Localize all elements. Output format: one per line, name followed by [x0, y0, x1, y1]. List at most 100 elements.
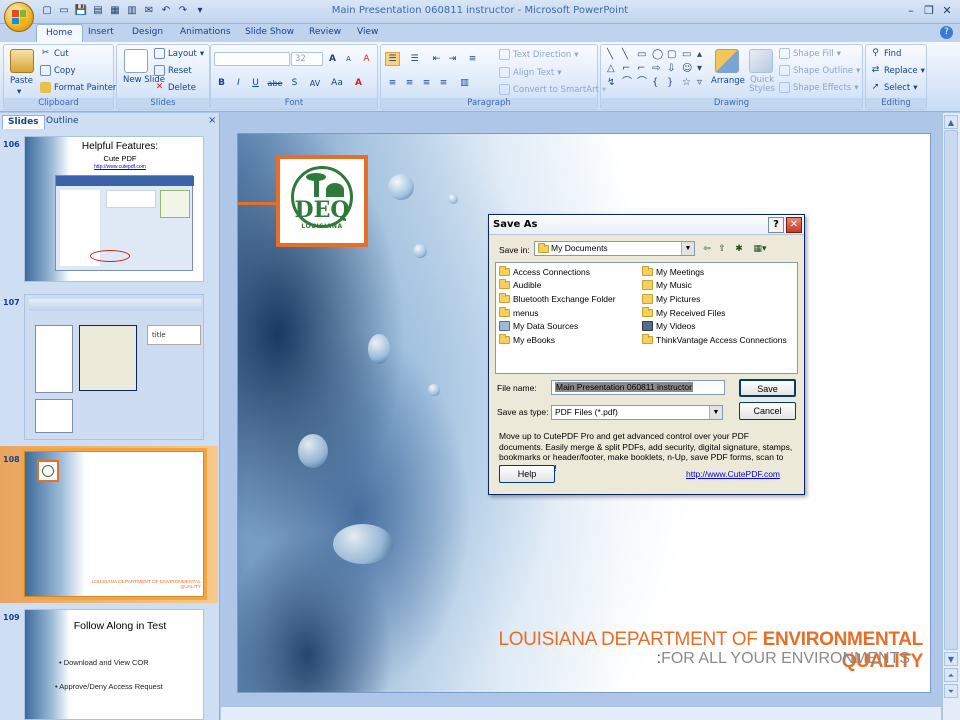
strikethrough-button[interactable]: abe [265, 76, 285, 90]
shrink-font-button[interactable]: A [341, 52, 356, 66]
list-item[interactable]: menus [499, 307, 539, 318]
triangle-shape-icon[interactable]: △ [607, 63, 619, 75]
next-slide-icon[interactable]: ⏷ [944, 684, 958, 698]
line2-shape-icon[interactable]: ╲ [622, 49, 634, 61]
convert-smartart-button[interactable]: Convert to SmartArt▾ [499, 84, 606, 95]
cancel-button[interactable]: Cancel [739, 402, 796, 420]
restore-button[interactable]: ❐ [920, 3, 938, 19]
dialog-close-button[interactable]: ✕ [786, 217, 802, 233]
paste-button[interactable]: Paste [10, 76, 33, 86]
arrange-button[interactable]: Arrange [711, 76, 745, 86]
curve-shape-icon[interactable]: ⌒ [622, 77, 634, 89]
slide-thumbnail-106[interactable]: Helpful Features: Cute PDF http://www.cu… [24, 136, 204, 282]
decrease-indent-icon[interactable]: ⇤ [429, 52, 444, 66]
dialog-help-button[interactable]: ? [768, 217, 784, 233]
help-button[interactable]: Help [499, 465, 555, 483]
file-name-input[interactable]: Main Presentation 060811 instructor [551, 380, 725, 395]
rect-shape-icon[interactable]: ▭ [637, 49, 649, 61]
justify-icon[interactable]: ≡ [436, 76, 451, 90]
numbering-icon[interactable]: ☰ [407, 52, 422, 66]
slide-thumbnail-107[interactable]: title [24, 294, 204, 440]
quick-styles-icon[interactable] [749, 49, 773, 73]
office-button[interactable] [4, 2, 34, 32]
views-menu-icon[interactable]: ▦▾ [751, 243, 769, 255]
rounded-rect-shape-icon[interactable]: ▢ [667, 49, 679, 61]
clear-formatting-button[interactable]: A [359, 52, 374, 66]
align-right-icon[interactable]: ≡ [419, 76, 434, 90]
tab-design[interactable]: Design [123, 24, 172, 42]
save-in-dropdown[interactable]: My Documents ▼ [534, 241, 695, 256]
save-as-type-dropdown[interactable]: PDF Files (*.pdf) ▼ [551, 405, 723, 420]
paste-icon[interactable] [10, 49, 34, 73]
help-icon[interactable]: ? [940, 26, 953, 39]
pane-close-icon[interactable]: × [208, 115, 216, 126]
list-item[interactable]: My Meetings [642, 266, 704, 277]
align-text-button[interactable]: Align Text ▾ [499, 67, 562, 78]
shape-outline-button[interactable]: Shape Outline ▾ [779, 65, 860, 76]
oval-shape-icon[interactable]: ◯ [652, 49, 664, 61]
cut-button[interactable]: ✂ Cut [40, 48, 69, 59]
shape-fill-button[interactable]: Shape Fill ▾ [779, 48, 841, 59]
format-painter-button[interactable]: Format Painter [40, 82, 116, 93]
quick-styles-button[interactable]: Quick Styles [745, 76, 779, 94]
minimize-button[interactable]: – [902, 3, 920, 19]
arrow-down-shape-icon[interactable]: ⇩ [667, 63, 679, 75]
scroll-down-icon[interactable]: ▼ [944, 652, 958, 666]
paste-dropdown-icon[interactable]: ▾ [17, 87, 21, 97]
bold-button[interactable]: B [214, 76, 229, 90]
previous-slide-icon[interactable]: ⏶ [944, 668, 958, 682]
tab-outline[interactable]: Outline [41, 115, 84, 129]
textbox-shape-icon[interactable]: ▭ [682, 49, 694, 61]
align-center-icon[interactable]: ≡ [402, 76, 417, 90]
close-window-button[interactable]: ✕ [938, 3, 956, 19]
scroll-up-icon[interactable]: ▲ [944, 115, 958, 129]
elbow-shape-icon[interactable]: ⌐ [637, 63, 649, 75]
align-left-icon[interactable]: ≡ [385, 76, 400, 90]
tab-insert[interactable]: Insert [79, 24, 123, 42]
find-button[interactable]: ⚲ Find [870, 48, 901, 59]
tab-animations[interactable]: Animations [171, 24, 240, 42]
font-size-combo[interactable]: 32 [291, 52, 323, 66]
scroll-thumb[interactable] [944, 130, 958, 650]
slide-thumbnail-108[interactable]: LOUISIANA DEPARTMENT OF ENVIRONMENTAL QU… [21, 448, 207, 600]
grow-font-button[interactable]: A [325, 52, 340, 66]
list-item[interactable]: Audible [499, 279, 541, 290]
new-folder-icon[interactable]: ✱ [733, 243, 745, 255]
tab-review[interactable]: Review [300, 24, 350, 42]
new-slide-icon[interactable] [124, 49, 148, 73]
tab-slides[interactable]: Slides [2, 115, 45, 129]
layout-button[interactable]: Layout ▾ [154, 48, 204, 59]
font-color-button[interactable]: A [351, 76, 366, 90]
arc-shape-icon[interactable]: ⌒ [637, 77, 649, 89]
list-item[interactable]: My Received Files [642, 307, 725, 318]
text-shadow-button[interactable]: S [287, 76, 302, 90]
brace-left-shape-icon[interactable]: { [652, 77, 664, 89]
file-list[interactable]: Access Connections Audible Bluetooth Exc… [495, 262, 798, 374]
character-spacing-button[interactable]: AV [305, 76, 325, 90]
up-folder-icon[interactable]: ⇧ [716, 243, 728, 255]
brace-right-shape-icon[interactable]: } [667, 77, 679, 89]
list-item[interactable]: Access Connections [499, 266, 590, 277]
shape-scroll-up-icon[interactable]: ▴ [697, 49, 709, 61]
list-item[interactable]: My Music [642, 280, 692, 290]
freeform-shape-icon[interactable]: ↯ [607, 77, 619, 89]
list-item[interactable]: My eBooks [499, 334, 555, 345]
increase-indent-icon[interactable]: ⇥ [445, 52, 460, 66]
line-shape-icon[interactable]: ╲ [607, 49, 619, 61]
line-spacing-icon[interactable]: ≡ [465, 52, 480, 66]
select-button[interactable]: ➚ Select ▾ [870, 82, 918, 93]
list-item[interactable]: My Data Sources [499, 321, 578, 331]
tab-home[interactable]: Home [36, 24, 83, 43]
delete-button[interactable]: ✕ Delete [154, 82, 196, 93]
list-item[interactable]: My Pictures [642, 294, 700, 304]
shape-effects-button[interactable]: Shape Effects ▾ [779, 82, 859, 93]
arrow-right-shape-icon[interactable]: ⇨ [652, 63, 664, 75]
save-button[interactable]: Save [739, 379, 796, 397]
cutepdf-link[interactable]: http://www.CutePDF.com [686, 469, 780, 479]
tab-slide-show[interactable]: Slide Show [236, 24, 303, 42]
underline-button[interactable]: U [248, 76, 263, 90]
italic-button[interactable]: I [231, 76, 246, 90]
list-item[interactable]: Bluetooth Exchange Folder [499, 293, 616, 304]
shape-more-icon[interactable]: ▿ [697, 77, 709, 89]
replace-button[interactable]: ⇄ Replace ▾ [870, 65, 925, 76]
